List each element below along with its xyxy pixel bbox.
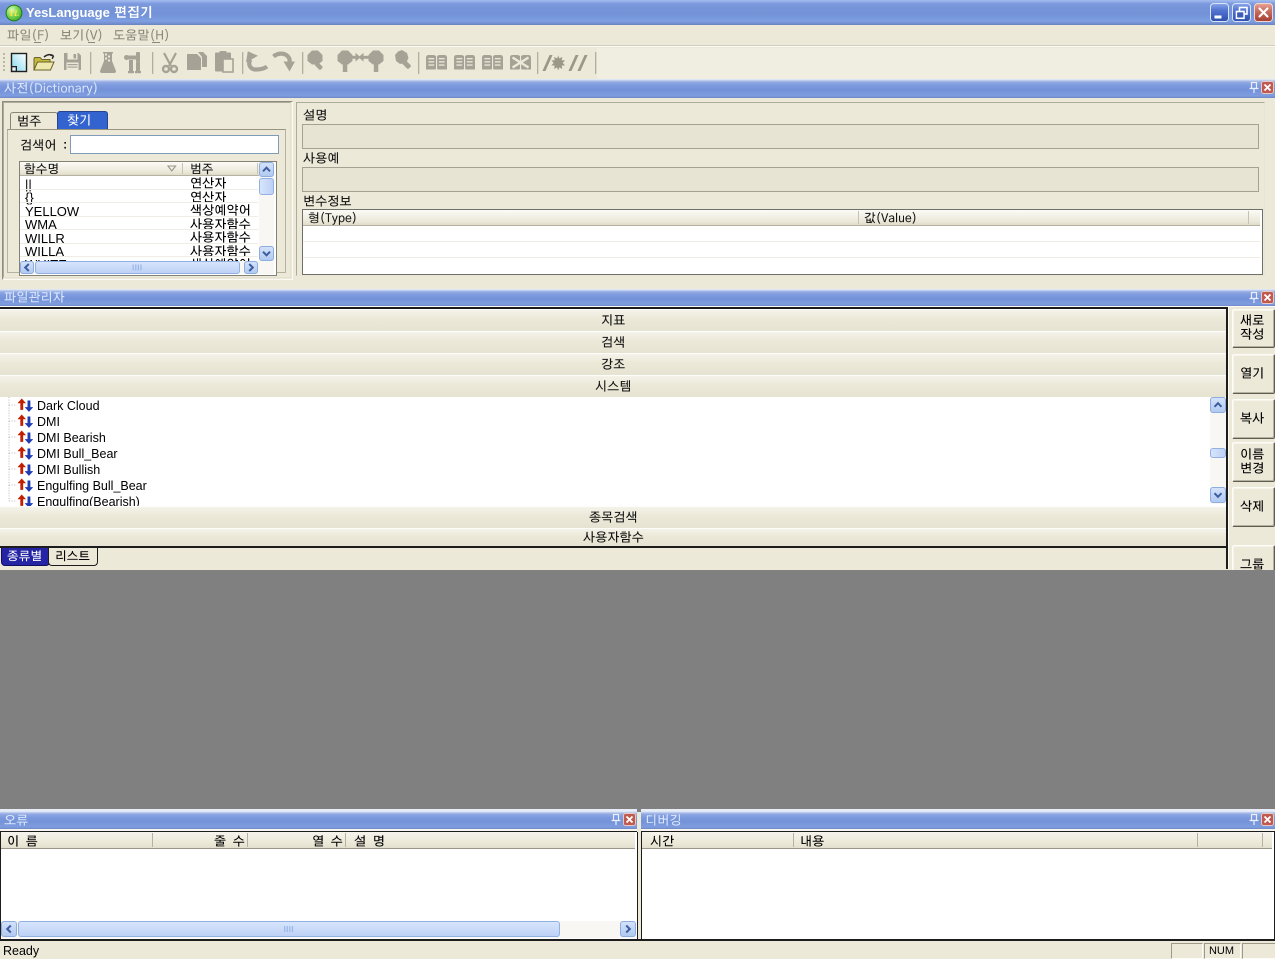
svg-text:YL: YL [9,8,19,18]
